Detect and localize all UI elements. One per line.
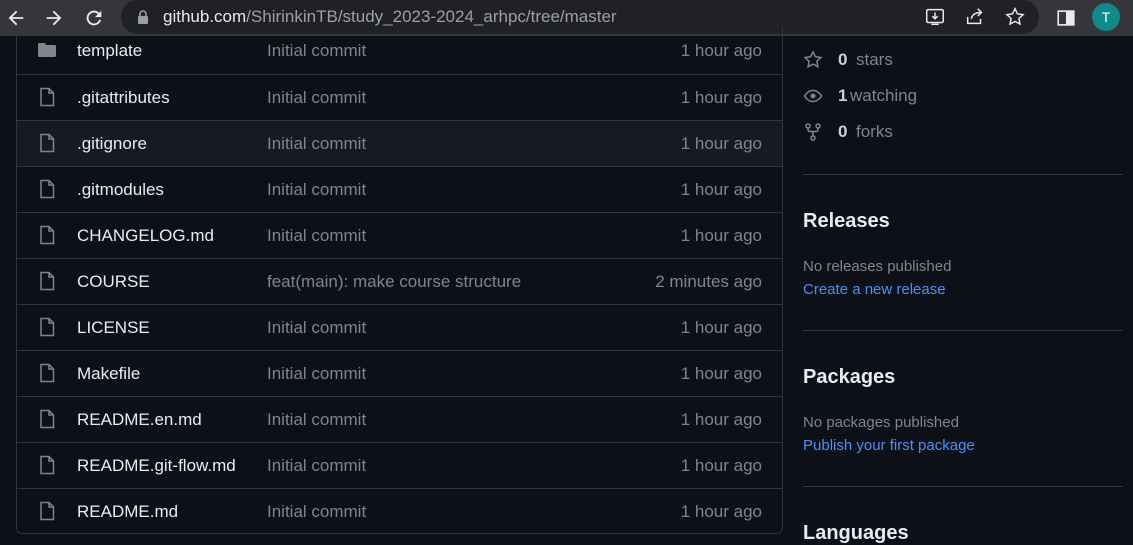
releases-heading[interactable]: Releases: [803, 210, 890, 233]
file-name[interactable]: CHANGELOG.md: [77, 226, 214, 246]
file-row-course[interactable]: COURSE feat(main): make course structure…: [17, 258, 782, 304]
packages-empty-text: No packages published: [803, 414, 959, 431]
file-name[interactable]: Makefile: [77, 364, 140, 384]
fork-icon: [805, 123, 821, 141]
commit-time: 1 hour ago: [680, 364, 762, 383]
file-row-gitattributes[interactable]: .gitattributes Initial commit 1 hour ago: [17, 74, 782, 120]
commit-time: 1 hour ago: [680, 88, 762, 107]
commit-time: 1 hour ago: [680, 41, 762, 60]
releases-empty-text: No releases published: [803, 258, 952, 275]
commit-message[interactable]: Initial commit: [267, 364, 366, 384]
star-icon: [803, 50, 823, 69]
languages-heading: Languages: [803, 522, 909, 544]
commit-time: 1 hour ago: [680, 180, 762, 199]
url-text: github.com/ShirinkinTB/study_2023-2024_a…: [163, 7, 617, 27]
commit-message[interactable]: Initial commit: [267, 226, 366, 246]
file-row-makefile[interactable]: Makefile Initial commit 1 hour ago: [17, 350, 782, 396]
file-row-changelog[interactable]: CHANGELOG.md Initial commit 1 hour ago: [17, 212, 782, 258]
file-icon: [40, 225, 55, 245]
lock-icon: [138, 10, 148, 24]
folder-icon: [38, 43, 56, 57]
sidebar-divider: [803, 174, 1123, 175]
sidebar-divider: [803, 330, 1123, 331]
stars-count: 0: [838, 50, 848, 69]
commit-message[interactable]: Initial commit: [267, 88, 366, 108]
commit-message[interactable]: Initial commit: [267, 410, 366, 430]
commit-time: 1 hour ago: [680, 134, 762, 153]
file-icon: [40, 87, 55, 107]
watching-label: watching: [850, 86, 918, 105]
file-row-readme-en[interactable]: README.en.md Initial commit 1 hour ago: [17, 396, 782, 442]
share-icon[interactable]: [964, 6, 986, 28]
file-icon: [40, 317, 55, 337]
file-icon: [40, 363, 55, 383]
profile-avatar[interactable]: T: [1092, 3, 1120, 31]
sidebar-divider: [803, 486, 1123, 487]
file-name[interactable]: .gitattributes: [77, 88, 170, 108]
publish-package-link[interactable]: Publish your first package: [803, 437, 975, 454]
commit-time: 1 hour ago: [680, 502, 762, 521]
commit-message[interactable]: Initial commit: [267, 318, 366, 338]
commit-time: 2 minutes ago: [655, 272, 762, 291]
side-panel-icon: [1057, 10, 1075, 26]
file-row-template[interactable]: template Initial commit 1 hour ago: [17, 28, 782, 74]
commit-time: 1 hour ago: [680, 456, 762, 475]
commit-message[interactable]: Initial commit: [267, 180, 366, 200]
eye-icon: [803, 89, 823, 103]
file-row-readme-git-flow[interactable]: README.git-flow.md Initial commit 1 hour…: [17, 442, 782, 488]
side-panel-button[interactable]: [1052, 4, 1080, 32]
file-icon: [40, 409, 55, 429]
file-row-gitignore[interactable]: .gitignore Initial commit 1 hour ago: [17, 120, 782, 166]
file-row-readme[interactable]: README.md Initial commit 1 hour ago: [17, 488, 782, 533]
file-icon: [40, 455, 55, 475]
commit-message[interactable]: Initial commit: [267, 134, 366, 154]
file-row-license[interactable]: LICENSE Initial commit 1 hour ago: [17, 304, 782, 350]
file-name[interactable]: template: [77, 41, 142, 61]
file-name[interactable]: .gitignore: [77, 134, 147, 154]
commit-time: 1 hour ago: [680, 318, 762, 337]
watching-count: 1: [838, 86, 848, 105]
forks-label: forks: [856, 122, 893, 141]
file-name[interactable]: README.en.md: [77, 410, 202, 430]
stars-label: stars: [856, 50, 893, 69]
file-name[interactable]: COURSE: [77, 272, 150, 292]
file-icon: [40, 133, 55, 153]
create-release-link[interactable]: Create a new release: [803, 281, 946, 298]
file-name[interactable]: README.git-flow.md: [77, 456, 236, 476]
file-row-gitmodules[interactable]: .gitmodules Initial commit 1 hour ago: [17, 166, 782, 212]
file-name[interactable]: .gitmodules: [77, 180, 164, 200]
url-path: /ShirinkinTB/study_2023-2024_arhpc/tree/…: [246, 7, 617, 26]
file-icon: [40, 271, 55, 291]
commit-time: 1 hour ago: [680, 410, 762, 429]
bookmark-star-icon[interactable]: [1004, 6, 1026, 28]
install-app-icon[interactable]: [924, 6, 946, 28]
file-list: template Initial commit 1 hour ago .gita…: [16, 26, 783, 534]
file-name[interactable]: README.md: [77, 502, 178, 522]
url-host: github.com: [163, 7, 247, 26]
commit-message[interactable]: Initial commit: [267, 41, 366, 61]
commit-message[interactable]: feat(main): make course structure: [267, 272, 521, 292]
packages-heading[interactable]: Packages: [803, 366, 895, 389]
commit-time: 1 hour ago: [680, 226, 762, 245]
file-icon: [40, 501, 55, 521]
forks-count: 0: [838, 122, 848, 141]
commit-message[interactable]: Initial commit: [267, 456, 366, 476]
file-icon: [40, 179, 55, 199]
commit-message[interactable]: Initial commit: [267, 502, 366, 522]
file-name[interactable]: LICENSE: [77, 318, 150, 338]
